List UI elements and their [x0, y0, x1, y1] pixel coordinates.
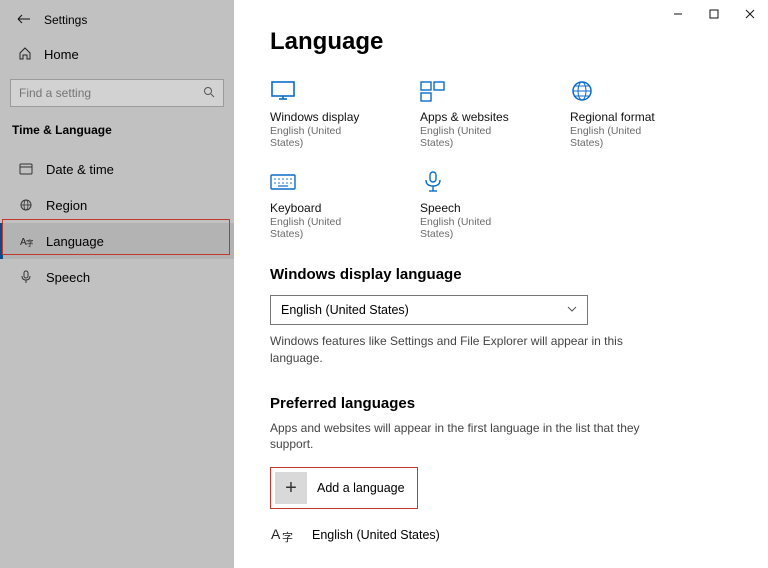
tile-keyboard[interactable]: Keyboard English (United States) — [270, 169, 376, 240]
tile-speech[interactable]: Speech English (United States) — [420, 169, 526, 240]
mic-icon — [18, 269, 34, 285]
chevron-down-icon — [567, 305, 577, 316]
sidebar-item-speech[interactable]: Speech — [0, 259, 234, 295]
tile-subtitle: English (United States) — [270, 125, 376, 149]
tile-windows-display[interactable]: Windows display English (United States) — [270, 78, 376, 149]
language-icon: A字 — [18, 233, 34, 249]
plus-icon: + — [275, 472, 307, 504]
sidebar: Settings Home Time & Language Date & tim… — [0, 0, 234, 568]
close-button[interactable] — [732, 0, 768, 28]
display-language-combobox[interactable]: English (United States) — [270, 295, 588, 325]
sidebar-item-label: Speech — [46, 270, 90, 285]
monitor-icon — [270, 78, 376, 104]
apps-icon — [420, 78, 526, 104]
main-content: Language Windows display English (United… — [234, 0, 768, 568]
tile-row-1: Windows display English (United States) … — [270, 78, 748, 149]
tile-title: Keyboard — [270, 201, 376, 215]
search-box[interactable] — [10, 79, 224, 107]
tile-row-2: Keyboard English (United States) Speech … — [270, 169, 748, 240]
clock-icon — [18, 161, 34, 177]
minimize-button[interactable] — [660, 0, 696, 28]
sidebar-item-label: Date & time — [46, 162, 114, 177]
add-language-label: Add a language — [317, 481, 405, 495]
mic-large-icon — [420, 169, 526, 195]
search-icon — [203, 86, 215, 101]
display-language-note: Windows features like Settings and File … — [270, 333, 650, 367]
globe-large-icon — [570, 78, 676, 104]
tile-apps-websites[interactable]: Apps & websites English (United States) — [420, 78, 526, 149]
sidebar-item-label: Region — [46, 198, 87, 213]
tile-subtitle: English (United States) — [420, 125, 526, 149]
settings-window: Settings Home Time & Language Date & tim… — [0, 0, 768, 568]
tile-title: Apps & websites — [420, 110, 526, 124]
sidebar-item-label: Language — [46, 234, 104, 249]
maximize-button[interactable] — [696, 0, 732, 28]
page-title: Language — [270, 28, 748, 56]
home-icon — [18, 46, 32, 63]
home-label: Home — [44, 47, 79, 62]
svg-text:A: A — [271, 526, 281, 542]
preferred-language-entry[interactable]: A字 English (United States) — [270, 523, 748, 547]
tile-title: Speech — [420, 201, 526, 215]
display-language-value: English (United States) — [281, 303, 409, 317]
preferred-language-label: English (United States) — [312, 528, 440, 542]
tile-regional-format[interactable]: Regional format English (United States) — [570, 78, 676, 149]
preferred-languages-note: Apps and websites will appear in the fir… — [270, 420, 650, 454]
svg-text:字: 字 — [26, 238, 33, 248]
tile-title: Regional format — [570, 110, 676, 124]
sidebar-item-region[interactable]: Region — [0, 187, 234, 223]
preferred-languages-heading: Preferred languages — [270, 395, 748, 412]
sidebar-home[interactable]: Home — [0, 38, 234, 71]
language-entry-icon: A字 — [270, 523, 300, 547]
add-language-button[interactable]: + Add a language — [270, 467, 418, 509]
keyboard-icon — [270, 169, 376, 195]
titlebar — [0, 0, 768, 28]
tile-subtitle: English (United States) — [420, 216, 526, 240]
sidebar-item-datetime[interactable]: Date & time — [0, 151, 234, 187]
tile-subtitle: English (United States) — [270, 216, 376, 240]
search-input[interactable] — [19, 86, 189, 100]
display-language-heading: Windows display language — [270, 266, 748, 283]
tile-title: Windows display — [270, 110, 376, 124]
sidebar-category: Time & Language — [0, 119, 234, 151]
globe-icon — [18, 197, 34, 213]
tile-subtitle: English (United States) — [570, 125, 676, 149]
sidebar-item-language[interactable]: A字 Language — [0, 223, 234, 259]
svg-text:字: 字 — [282, 530, 293, 544]
